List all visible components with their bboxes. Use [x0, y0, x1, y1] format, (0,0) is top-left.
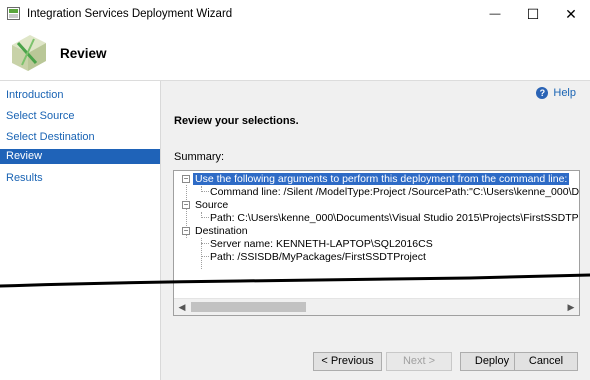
collapse-arguments-icon[interactable]: −: [182, 175, 190, 183]
summary-label: Summary:: [174, 151, 225, 163]
sidebar-item-select-source[interactable]: Select Source: [0, 109, 160, 124]
tree-leaf-destination-path[interactable]: Path: /SSISDB/MyPackages/FirstSSDTProjec…: [210, 251, 426, 264]
tree-leaf-server-name[interactable]: Server name: KENNETH-LAPTOP\SQL2016CS: [210, 238, 433, 251]
sidebar-item-select-destination[interactable]: Select Destination: [0, 130, 160, 145]
minimize-button[interactable]: —: [476, 0, 514, 28]
wizard-logo: [12, 35, 46, 71]
summary-tree[interactable]: − Use the following arguments to perform…: [173, 170, 580, 316]
sidebar-item-introduction[interactable]: Introduction: [0, 88, 160, 103]
collapse-source-icon[interactable]: −: [182, 201, 190, 209]
wizard-header: Review: [0, 28, 590, 81]
tree-connector: [201, 256, 209, 257]
sidebar-item-results[interactable]: Results: [0, 171, 160, 186]
close-icon: ✕: [565, 5, 577, 22]
tree-node-source[interactable]: Source: [195, 199, 228, 212]
maximize-icon: ☐: [526, 5, 540, 22]
tree-node-arguments[interactable]: Use the following arguments to perform t…: [193, 173, 570, 186]
page-title: Review: [60, 46, 107, 61]
sidebar-item-review[interactable]: Review: [0, 149, 160, 164]
tree-connector: [201, 217, 209, 218]
app-icon: [7, 7, 20, 20]
cancel-button[interactable]: Cancel: [514, 352, 578, 371]
review-heading: Review your selections.: [174, 115, 299, 127]
horizontal-scrollbar[interactable]: ◀ ▶: [174, 298, 579, 315]
tree-node-destination[interactable]: Destination: [195, 225, 248, 238]
tree-node-arguments-label: Use the following arguments to perform t…: [193, 173, 570, 185]
help-label: Help: [553, 87, 576, 99]
tree-leaf-source-path[interactable]: Path: C:\Users\kenne_000\Documents\Visua…: [210, 212, 579, 225]
tree-connector: [201, 191, 209, 192]
scroll-left-icon[interactable]: ◀: [174, 299, 190, 315]
wizard-sidebar: Introduction Select Source Select Destin…: [0, 81, 161, 380]
maximize-button[interactable]: ☐: [514, 0, 552, 28]
window-title: Integration Services Deployment Wizard: [27, 8, 233, 20]
tree-leaf-command-line[interactable]: Command line: /Silent /ModelType:Project…: [210, 186, 579, 199]
collapse-destination-icon[interactable]: −: [182, 227, 190, 235]
close-button[interactable]: ✕: [552, 0, 590, 28]
scroll-right-icon[interactable]: ▶: [563, 299, 579, 315]
title-bar: Integration Services Deployment Wizard —…: [0, 0, 590, 28]
tree-connector: [201, 243, 209, 244]
next-button[interactable]: Next >: [386, 352, 452, 371]
help-icon: ?: [536, 87, 549, 99]
minimize-icon: —: [489, 8, 501, 20]
main-panel: ? Help Review your selections. Summary: …: [161, 81, 590, 380]
help-link[interactable]: ? Help: [536, 87, 576, 99]
previous-button[interactable]: < Previous: [313, 352, 382, 371]
scroll-thumb[interactable]: [191, 302, 306, 312]
